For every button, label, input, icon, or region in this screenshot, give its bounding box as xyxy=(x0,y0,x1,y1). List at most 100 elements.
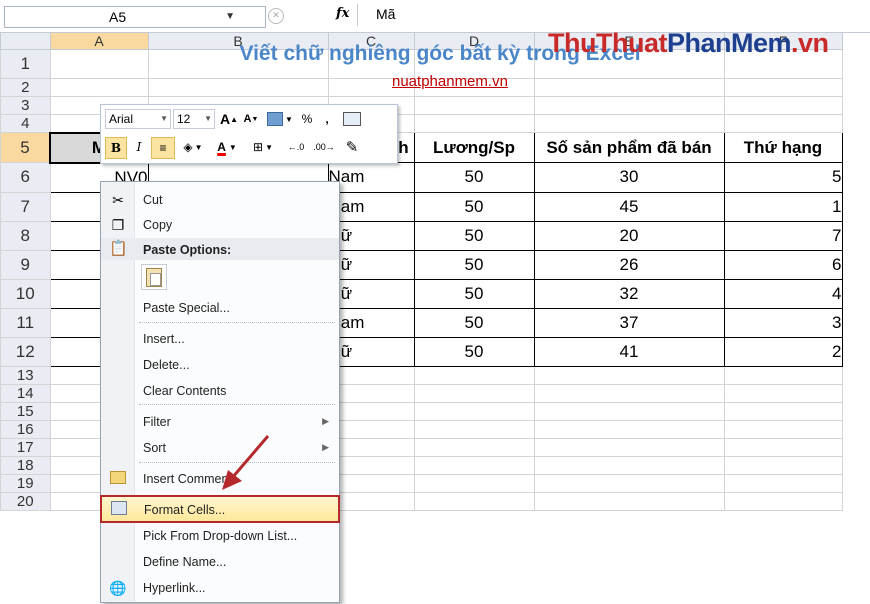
table-cell[interactable]: 45 xyxy=(533,191,725,222)
italic-button[interactable]: I xyxy=(129,137,149,157)
row-header-5[interactable]: 5 xyxy=(0,132,51,163)
menu-item-pick-list[interactable]: Pick From Drop-down List... xyxy=(101,524,339,548)
row-header-12[interactable]: 12 xyxy=(0,336,51,367)
table-cell[interactable]: 32 xyxy=(533,278,725,309)
table-cell[interactable]: 26 xyxy=(533,249,725,280)
paste-icon[interactable] xyxy=(141,264,167,290)
table-cell[interactable]: Nữ xyxy=(327,249,415,280)
scissors-icon: ✂ xyxy=(112,192,124,208)
font-color-button[interactable]: A ▼ xyxy=(211,137,243,157)
format-painter-icon[interactable]: ✎ xyxy=(341,137,363,157)
table-cell[interactable]: 50 xyxy=(413,162,535,193)
copy-icon: ❐ xyxy=(111,217,125,233)
menu-item-copy[interactable]: ❐ Copy xyxy=(101,213,339,237)
number-format-icon[interactable]: ▼ xyxy=(265,109,295,129)
website-link[interactable]: nuatphanmem.vn xyxy=(392,73,508,90)
menu-separator xyxy=(139,404,335,405)
menu-separator xyxy=(139,462,335,463)
row-header-18[interactable]: 18 xyxy=(0,455,51,475)
percent-style-button[interactable]: % xyxy=(299,109,315,129)
comment-icon xyxy=(109,470,127,488)
row-header-7[interactable]: 7 xyxy=(0,191,51,222)
table-cell[interactable]: 50 xyxy=(413,278,535,309)
grow-font-icon[interactable]: A ▲ xyxy=(219,109,239,129)
menu-item-delete[interactable]: Delete... xyxy=(101,353,339,377)
table-cell[interactable]: 4 xyxy=(723,278,843,309)
chevron-down-icon[interactable]: ▼ xyxy=(225,11,235,22)
table-cell[interactable]: 30 xyxy=(533,162,725,193)
row-header-2[interactable]: 2 xyxy=(0,78,51,97)
align-center-icon[interactable]: ≡ xyxy=(151,137,175,159)
table-cell[interactable]: 7 xyxy=(723,220,843,251)
table-cell[interactable]: 37 xyxy=(533,307,725,338)
table-cell[interactable]: Nam xyxy=(327,191,415,222)
row-header-6[interactable]: 6 xyxy=(0,162,51,193)
row-header-10[interactable]: 10 xyxy=(0,278,51,309)
font-name-box[interactable]: Arial ▼ xyxy=(105,109,171,129)
font-size-box[interactable]: 12 ▼ xyxy=(173,109,215,129)
table-cell[interactable]: 3 xyxy=(723,307,843,338)
table-cell[interactable]: 50 xyxy=(413,191,535,222)
menu-item-cut[interactable]: ✂ Cut xyxy=(101,188,339,212)
row-header-20[interactable]: 20 xyxy=(0,491,51,511)
clipboard-icon: 📋 xyxy=(109,240,128,257)
shrink-font-icon[interactable]: A ▼ xyxy=(241,109,261,129)
formula-input[interactable]: Mã xyxy=(376,6,395,22)
format-cells-icon xyxy=(110,501,128,519)
function-icon[interactable]: fx xyxy=(336,6,349,21)
row-header-8[interactable]: 8 xyxy=(0,220,51,251)
decrease-decimal-icon[interactable]: .00→ xyxy=(311,137,337,157)
row-header-3[interactable]: 3 xyxy=(0,96,51,115)
select-all-corner[interactable] xyxy=(0,32,51,50)
table-cell[interactable]: 5 xyxy=(723,162,843,193)
table-cell[interactable]: 50 xyxy=(413,249,535,280)
menu-item-insert-comment[interactable]: Insert Comment xyxy=(101,467,339,491)
menu-item-insert[interactable]: Insert... xyxy=(101,327,339,351)
header-cell-so-san-pham[interactable]: Số sản phẩm đã bán xyxy=(533,132,725,163)
chevron-down-icon: ▼ xyxy=(204,114,212,123)
fill-color-icon[interactable]: ◈ ▼ xyxy=(177,137,209,157)
row-header-1[interactable]: 1 xyxy=(0,49,51,79)
table-cell[interactable]: 50 xyxy=(413,336,535,367)
row-header-14[interactable]: 14 xyxy=(0,383,51,403)
comma-style-button[interactable]: , xyxy=(319,109,335,129)
row-header-11[interactable]: 11 xyxy=(0,307,51,338)
menu-item-hyperlink[interactable]: 🌐 Hyperlink... xyxy=(101,576,339,600)
row-header-13[interactable]: 13 xyxy=(0,365,51,385)
menu-separator xyxy=(139,322,335,323)
row-header-9[interactable]: 9 xyxy=(0,249,51,280)
bold-button[interactable]: B xyxy=(105,137,127,159)
table-cell[interactable]: Nữ xyxy=(327,220,415,251)
table-cell[interactable]: 20 xyxy=(533,220,725,251)
header-cell-thu-hang[interactable]: Thứ hạng xyxy=(723,132,843,163)
column-header-a[interactable]: A xyxy=(49,32,149,50)
chevron-right-icon: ▶ xyxy=(322,442,329,452)
table-cell[interactable]: 1 xyxy=(723,191,843,222)
table-cell[interactable]: Nữ xyxy=(327,278,415,309)
table-cell[interactable]: Nam xyxy=(327,162,415,193)
row-header-16[interactable]: 16 xyxy=(0,419,51,439)
table-cell[interactable]: 50 xyxy=(413,220,535,251)
table-cell[interactable]: Nam xyxy=(327,307,415,338)
menu-item-paste-special[interactable]: Paste Special... xyxy=(101,296,339,320)
cancel-icon[interactable]: ✕ xyxy=(268,8,284,24)
name-box[interactable]: A5 ▼ xyxy=(4,6,266,28)
increase-decimal-icon[interactable]: ←.0 xyxy=(283,137,309,157)
menu-item-clear-contents[interactable]: Clear Contents xyxy=(101,379,339,403)
table-cell[interactable]: Nữ xyxy=(327,336,415,367)
row-header-17[interactable]: 17 xyxy=(0,437,51,457)
table-cell[interactable]: 50 xyxy=(413,307,535,338)
table-cell[interactable]: 2 xyxy=(723,336,843,367)
row-header-4[interactable]: 4 xyxy=(0,114,51,133)
menu-item-define-name[interactable]: Define Name... xyxy=(101,550,339,574)
merge-center-icon[interactable] xyxy=(341,109,363,129)
borders-icon[interactable]: ⊞ ▼ xyxy=(247,137,279,157)
header-cell-luong[interactable]: Lương/Sp xyxy=(413,132,535,163)
menu-item-filter[interactable]: Filter ▶ xyxy=(101,410,339,434)
row-header-15[interactable]: 15 xyxy=(0,401,51,421)
table-cell[interactable]: 41 xyxy=(533,336,725,367)
table-cell[interactable]: 6 xyxy=(723,249,843,280)
menu-item-format-cells[interactable]: Format Cells... xyxy=(100,495,340,523)
row-header-19[interactable]: 19 xyxy=(0,473,51,493)
menu-item-sort[interactable]: Sort ▶ xyxy=(101,436,339,460)
